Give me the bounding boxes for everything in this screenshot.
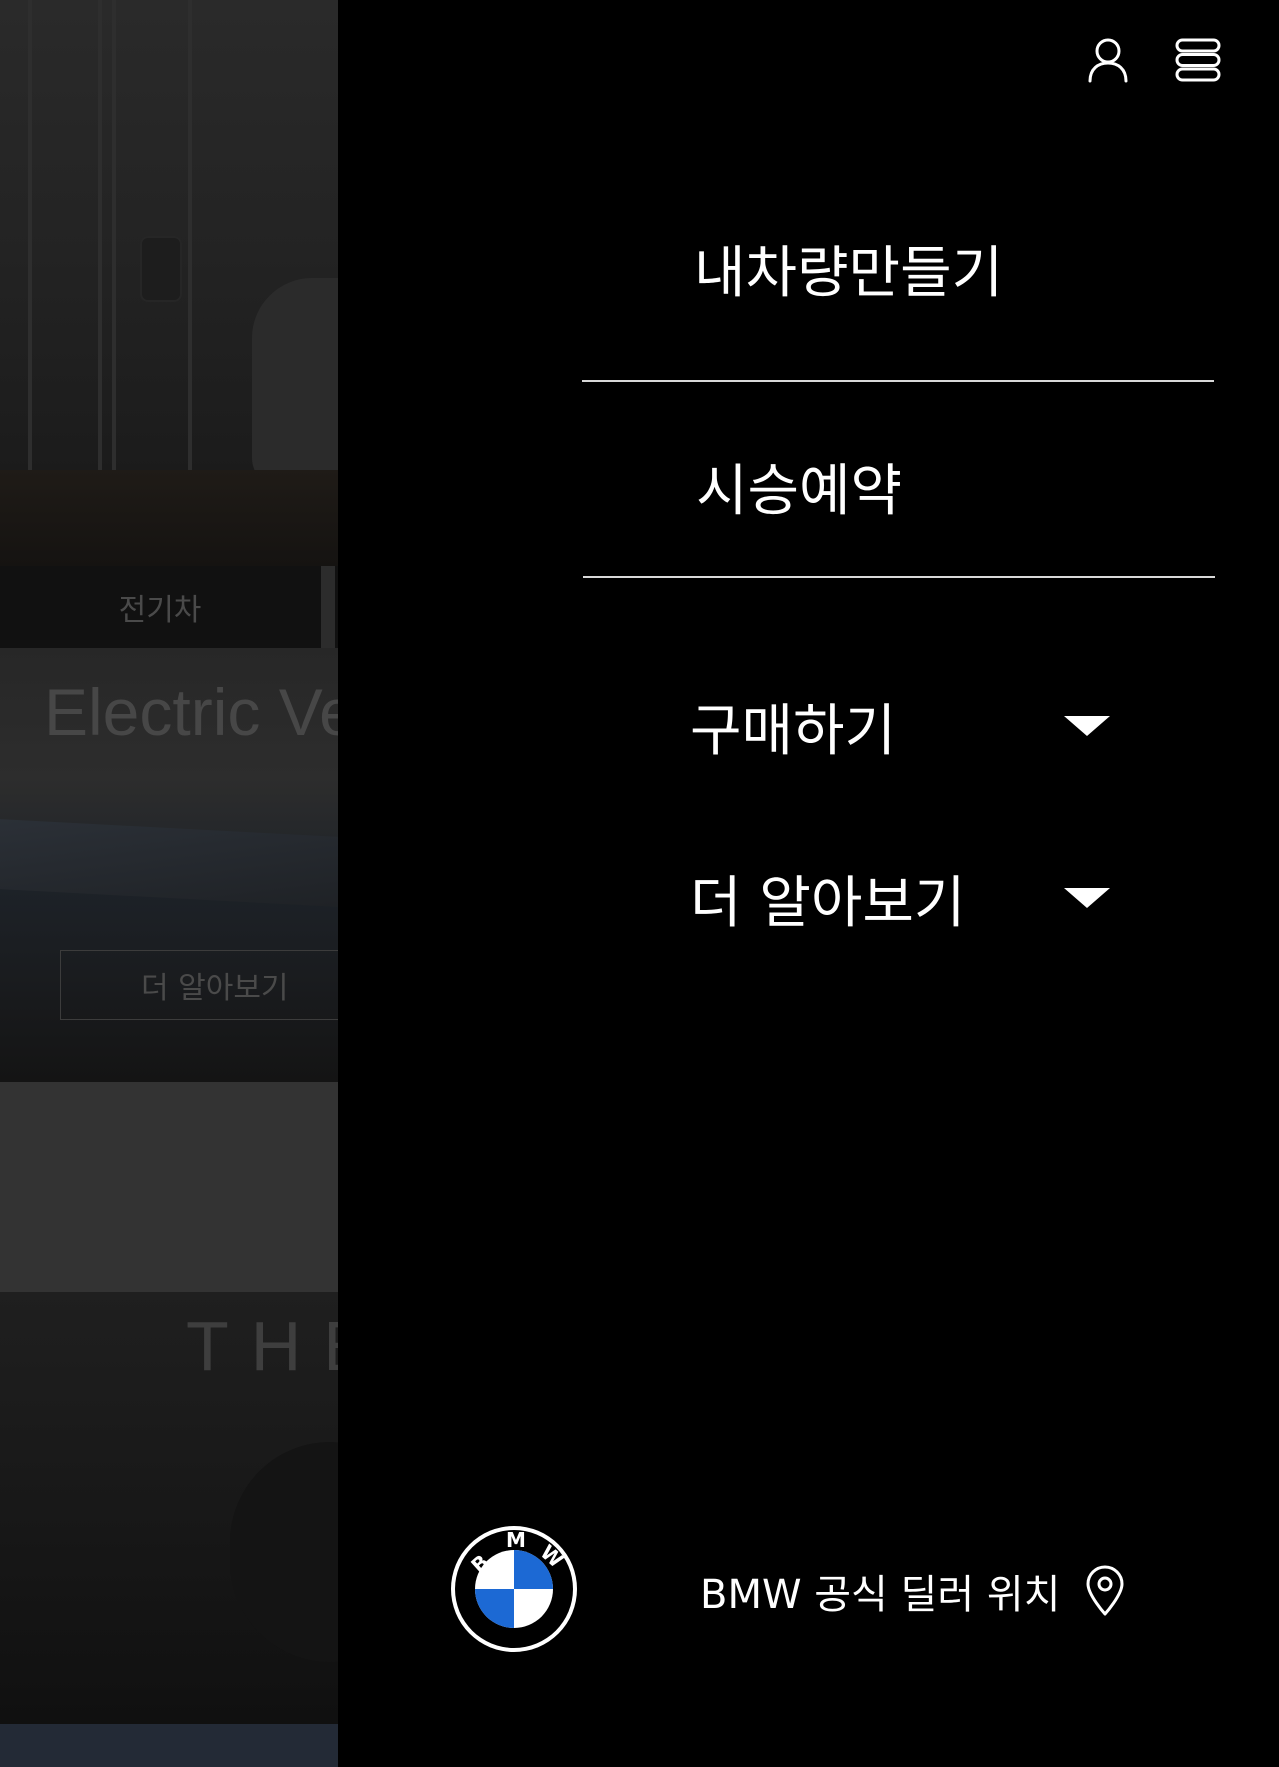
floor-image [0,470,338,566]
electric-section: Electric Ve 더 알아보기 [0,648,338,1082]
the-heading: THE [186,1307,338,1385]
build-your-car-link[interactable]: 내차량만들기 [694,228,1003,309]
electric-heading: Electric Ve [44,675,338,749]
learn-more-label: 더 알아보기 [690,870,966,936]
caret-down-icon [1064,888,1110,908]
menu-button[interactable] [1168,30,1228,90]
divider [582,380,1214,382]
svg-text:M: M [506,1528,526,1552]
dealer-locator-link[interactable]: BMW 공식 딜러 위치 [700,1562,1126,1620]
learn-more-button-bg: 더 알아보기 [60,950,338,1020]
the-section: THE [0,1292,338,1724]
gray-section [0,1082,338,1292]
map-pin-icon [1084,1565,1126,1617]
tab-divider [321,566,335,648]
learn-more-label-bg: 더 알아보기 [141,971,289,1006]
bmw-logo-icon: B M W [451,1526,577,1652]
tab-electric: 전기차 [118,593,202,628]
purchase-label: 구매하기 [690,698,897,764]
caret-down-icon [1064,716,1110,736]
navigation-drawer: 내차량만들기 시승예약 구매하기 더 알아보기 B M W BMW 공식 딜러 … [338,0,1279,1767]
charger-image [140,236,182,302]
pillar-decoration [98,0,102,470]
background-page-overlay[interactable]: 전기차 Electric Ve 더 알아보기 THE [0,0,338,1767]
car-silhouette [230,1442,338,1662]
dealer-locator-label: BMW 공식 딜러 위치 [700,1572,1061,1618]
user-icon [1088,38,1128,83]
pillar-decoration [188,0,192,470]
hero-image [0,0,338,566]
menu-icon [1175,38,1221,82]
road-image [0,819,338,907]
background-tabs: 전기차 [0,566,338,648]
divider [583,576,1215,578]
pillar-decoration [112,0,116,470]
test-drive-link[interactable]: 시승예약 [696,446,902,527]
purchase-accordion[interactable]: 구매하기 [690,686,1130,766]
user-button[interactable] [1078,30,1138,90]
bmw-logo[interactable]: B M W [449,1524,579,1654]
car-image [252,278,338,488]
learn-more-accordion[interactable]: 더 알아보기 [690,858,1130,938]
pillar-decoration [28,0,32,470]
page: 전기차 Electric Ve 더 알아보기 THE [0,0,1279,1767]
bottom-strip [0,1724,338,1767]
